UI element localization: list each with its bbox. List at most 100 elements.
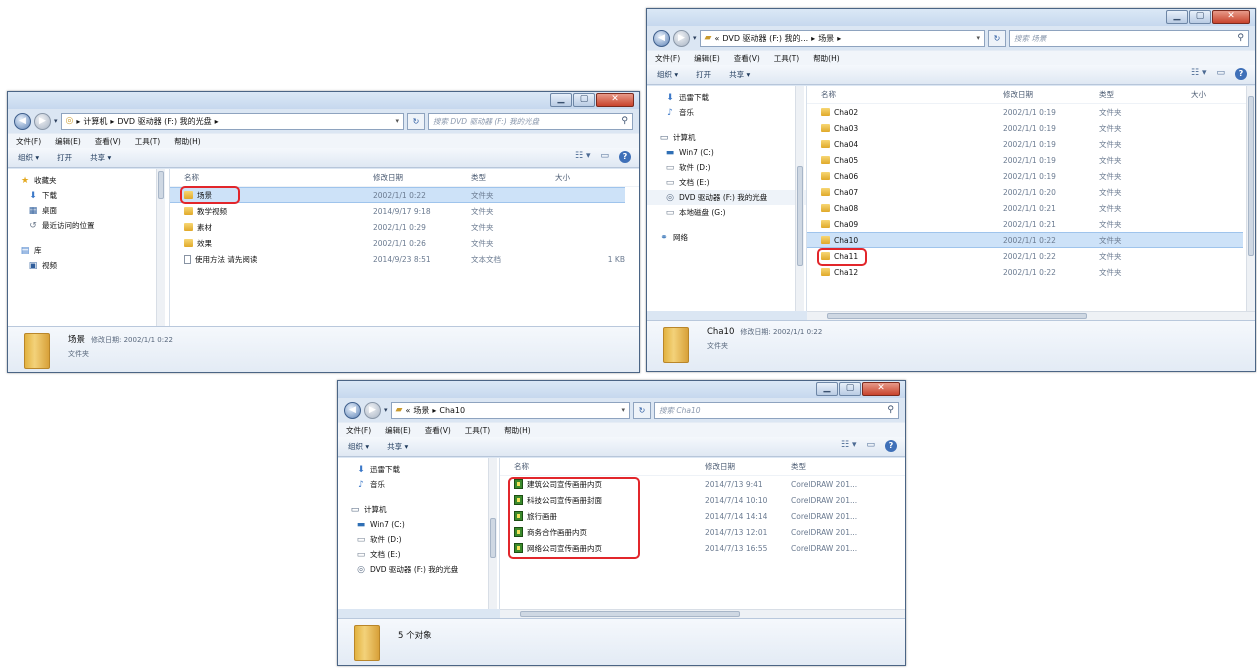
column-date[interactable]: 修改日期 [1003,89,1099,100]
menu-tools[interactable]: 工具(T) [135,136,160,147]
nav-item-desktop[interactable]: ▦ 桌面 [8,203,169,218]
column-date[interactable]: 修改日期 [373,172,471,183]
forward-button[interactable]: ▶ [34,112,51,130]
menu-view[interactable]: 查看(V) [425,425,451,436]
address-dropdown-icon[interactable]: ▾ [395,117,399,125]
file-row[interactable]: Cha05 2002/1/1 0:19 文件夹 [807,152,1255,168]
view-options-icon[interactable]: ☷ ▾ [841,440,856,452]
nav-item-favorites[interactable]: ★ 收藏夹 [8,173,169,188]
preview-pane-icon[interactable]: ▭ [1216,68,1225,80]
horizontal-scrollbar[interactable] [500,609,905,618]
nav-item-drive-g[interactable]: ▭ 本地磁盘 (G:) [647,205,806,220]
file-row[interactable]: Cha09 2002/1/1 0:21 文件夹 [807,216,1255,232]
menu-edit[interactable]: 编辑(E) [55,136,81,147]
title-bar[interactable]: ▁ ▢ ✕ [338,381,905,398]
file-list-scrollbar[interactable] [1246,86,1255,311]
minimize-button[interactable]: ▁ [816,382,838,396]
column-size[interactable]: 大小 [1191,89,1206,100]
recent-pages-chevron-icon[interactable]: ▾ [693,34,697,42]
search-input[interactable]: 搜索 DVD 驱动器 (F:) 我的光盘 ⚲ [428,112,633,130]
file-row[interactable]: 效果 2002/1/1 0:26 文件夹 [170,235,639,251]
nav-scrollbar[interactable] [795,86,804,311]
nav-item-drive-e[interactable]: ▭ 文档 (E:) [647,175,806,190]
nav-item-videos[interactable]: ▣ 视频 [8,258,169,273]
close-button[interactable]: ✕ [862,382,900,396]
close-button[interactable]: ✕ [596,93,634,107]
menu-help[interactable]: 帮助(H) [174,136,201,147]
forward-button[interactable]: ▶ [673,29,690,47]
title-bar[interactable]: ▁ ▢ ✕ [8,92,639,109]
breadcrumb-item[interactable]: 场景 [413,405,429,416]
share-button[interactable]: 共享 ▾ [90,152,111,163]
nav-scrollbar[interactable] [488,458,497,609]
nav-item-downloads[interactable]: ⬇ 下载 [8,188,169,203]
back-button[interactable]: ◀ [653,29,670,47]
horizontal-scrollbar[interactable] [807,311,1255,320]
address-bar[interactable]: ▰ « DVD 驱动器 (F:) 我的... ▸ 场景 ▸ ▾ [699,29,985,47]
nav-item-music[interactable]: ♪ 音乐 [338,477,499,492]
nav-item-drive-c[interactable]: ▬ Win7 (C:) [647,145,806,160]
column-size[interactable]: 大小 [555,172,570,183]
breadcrumb-item[interactable]: DVD 驱动器 (F:) 我的... [722,33,808,44]
menu-help[interactable]: 帮助(H) [504,425,531,436]
help-icon[interactable]: ? [1235,68,1247,80]
breadcrumb-item[interactable]: DVD 驱动器 (F:) 我的光盘 [117,116,211,127]
file-row[interactable]: Cha07 2002/1/1 0:20 文件夹 [807,184,1255,200]
view-options-icon[interactable]: ☷ ▾ [1191,68,1206,80]
nav-item-drive-e[interactable]: ▭ 文档 (E:) [338,547,499,562]
preview-pane-icon[interactable]: ▭ [866,440,875,452]
nav-item-drive-c[interactable]: ▬ Win7 (C:) [338,517,499,532]
menu-file[interactable]: 文件(F) [346,425,371,436]
breadcrumb-item[interactable]: 计算机 [83,116,107,127]
nav-item-dvd-drive[interactable]: ◎ DVD 驱动器 (F:) 我的光盘 [338,562,499,577]
title-bar[interactable]: ▁ ▢ ✕ [647,9,1255,26]
file-row[interactable]: 使用方法 请先阅读 2014/9/23 8:51 文本文档 1 KB [170,251,639,267]
maximize-button[interactable]: ▢ [1189,10,1211,24]
search-input[interactable]: 搜索 场景 ⚲ [1009,29,1249,47]
minimize-button[interactable]: ▁ [1166,10,1188,24]
column-type[interactable]: 类型 [1099,89,1191,100]
column-type[interactable]: 类型 [471,172,555,183]
file-row[interactable]: Cha10 2002/1/1 0:22 文件夹 [807,232,1243,248]
column-name[interactable]: 名称 [500,461,705,472]
nav-item-computer[interactable]: ▭ 计算机 [338,502,499,517]
address-bar[interactable]: ◎ ▸ 计算机 ▸ DVD 驱动器 (F:) 我的光盘 ▸ ▾ [60,112,404,130]
nav-item-libraries[interactable]: ▤ 库 [8,243,169,258]
file-row[interactable]: Cha11 2002/1/1 0:22 文件夹 [807,248,1255,264]
share-button[interactable]: 共享 ▾ [387,441,408,452]
refresh-button[interactable]: ↻ [407,112,425,130]
column-date[interactable]: 修改日期 [705,461,791,472]
file-row[interactable]: Cha03 2002/1/1 0:19 文件夹 [807,120,1255,136]
help-icon[interactable]: ? [885,440,897,452]
search-input[interactable]: 搜索 Cha10 ⚲ [654,401,899,419]
refresh-button[interactable]: ↻ [988,29,1006,47]
menu-tools[interactable]: 工具(T) [774,53,799,64]
close-button[interactable]: ✕ [1212,10,1250,24]
menu-help[interactable]: 帮助(H) [813,53,840,64]
file-row[interactable]: 素材 2002/1/1 0:29 文件夹 [170,219,639,235]
menu-file[interactable]: 文件(F) [16,136,41,147]
preview-pane-icon[interactable]: ▭ [600,151,609,163]
file-row[interactable]: 教学视频 2014/9/17 9:18 文件夹 [170,203,639,219]
organize-button[interactable]: 组织 ▾ [348,441,369,452]
maximize-button[interactable]: ▢ [573,93,595,107]
menu-edit[interactable]: 编辑(E) [385,425,411,436]
recent-pages-chevron-icon[interactable]: ▾ [384,406,388,414]
help-icon[interactable]: ? [619,151,631,163]
breadcrumb-item[interactable]: Cha10 [439,406,465,415]
column-type[interactable]: 类型 [791,461,806,472]
back-button[interactable]: ◀ [344,401,361,419]
organize-button[interactable]: 组织 ▾ [657,69,678,80]
menu-view[interactable]: 查看(V) [734,53,760,64]
nav-scrollbar[interactable] [156,169,165,326]
back-button[interactable]: ◀ [14,112,31,130]
maximize-button[interactable]: ▢ [839,382,861,396]
forward-button[interactable]: ▶ [364,401,381,419]
address-dropdown-icon[interactable]: ▾ [621,406,625,414]
share-button[interactable]: 共享 ▾ [729,69,750,80]
nav-item-thunder-downloads[interactable]: ⬇ 迅雷下载 [647,90,806,105]
nav-item-music[interactable]: ♪ 音乐 [647,105,806,120]
menu-tools[interactable]: 工具(T) [465,425,490,436]
organize-button[interactable]: 组织 ▾ [18,152,39,163]
menu-view[interactable]: 查看(V) [95,136,121,147]
